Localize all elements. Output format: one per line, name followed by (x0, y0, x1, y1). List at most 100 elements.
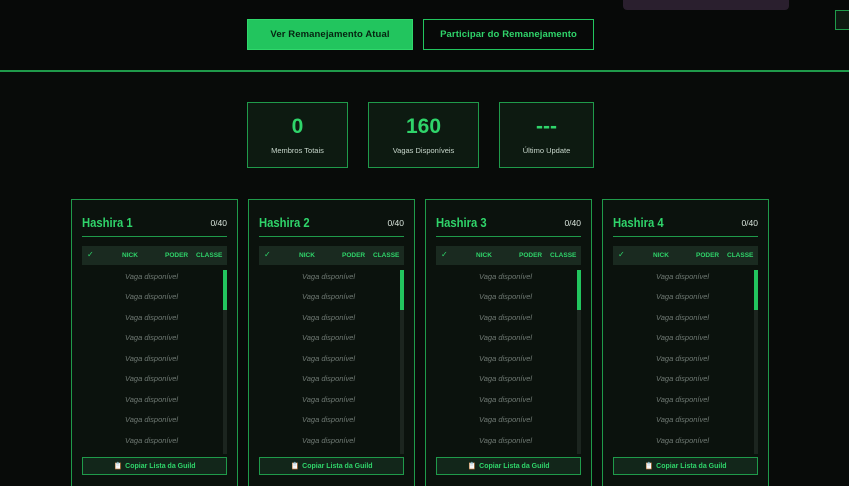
slot-text: Vaga disponível (302, 415, 356, 425)
scrollbar-thumb[interactable] (754, 270, 758, 310)
slot-row: Vaga disponível (613, 389, 758, 410)
slot-row: Vaga disponível (82, 410, 227, 431)
card-title: Hashira 1 (82, 216, 133, 230)
guild-card: Hashira 3 0/40 ✓ NICK PODER CLASSE Vaga … (425, 199, 592, 486)
stat-value: 0 (291, 115, 304, 138)
slot-text: Vaga disponível (125, 312, 179, 322)
slot-row: Vaga disponível (436, 369, 581, 390)
card-count: 0/40 (741, 218, 758, 228)
slot-row: Vaga disponível (259, 348, 404, 369)
check-column-header[interactable]: ✓ (87, 250, 94, 259)
clipboard-icon: 📋 (113, 463, 123, 470)
slot-row: Vaga disponível (259, 389, 404, 410)
slot-text: Vaga disponível (656, 312, 710, 322)
slot-text: Vaga disponível (302, 435, 356, 445)
slot-list: Vaga disponível Vaga disponível Vaga dispo… (613, 266, 758, 455)
card-count: 0/40 (387, 218, 404, 228)
join-reallocation-button[interactable]: Participar do Remanejamento (423, 19, 594, 50)
slot-row: Vaga disponível (259, 369, 404, 390)
table-header: ✓ NICK PODER CLASSE (82, 246, 227, 265)
slot-text: Vaga disponível (302, 394, 356, 404)
copy-label: Copiar Lista da Guild (479, 462, 550, 470)
slot-text: Vaga disponível (656, 333, 710, 343)
slot-text: Vaga disponível (125, 271, 179, 281)
copy-guild-list-button[interactable]: 📋 Copiar Lista da Guild (82, 457, 227, 475)
check-column-header[interactable]: ✓ (618, 250, 625, 259)
stat-last-update: --- Último Update (499, 102, 594, 168)
card-header: Hashira 3 0/40 (436, 210, 581, 237)
card-title: Hashira 4 (613, 216, 664, 230)
clipboard-icon: 📋 (467, 463, 477, 470)
slot-text: Vaga disponível (656, 292, 710, 302)
slot-text: Vaga disponível (656, 435, 710, 445)
slot-text: Vaga disponível (302, 312, 356, 322)
card-header: Hashira 2 0/40 (259, 210, 404, 237)
stat-value: --- (536, 115, 557, 138)
slot-list: Vaga disponível Vaga disponível Vaga dispo… (259, 266, 404, 455)
slot-text: Vaga disponível (656, 353, 710, 363)
guild-card: Hashira 2 0/40 ✓ NICK PODER CLASSE Vaga … (248, 199, 415, 486)
copy-guild-list-button[interactable]: 📋 Copiar Lista da Guild (259, 457, 404, 475)
slot-text: Vaga disponível (302, 271, 356, 281)
card-title: Hashira 2 (259, 216, 310, 230)
poder-column-header: PODER (342, 252, 366, 259)
slot-row: Vaga disponível (436, 430, 581, 451)
slot-row: Vaga disponível (259, 430, 404, 451)
slot-row: Vaga disponível (259, 287, 404, 308)
nick-column-header: NICK (299, 252, 315, 259)
slot-row: Vaga disponível (613, 307, 758, 328)
scrollbar-thumb[interactable] (400, 270, 404, 310)
check-column-header[interactable]: ✓ (264, 250, 271, 259)
scrollbar-thumb[interactable] (223, 270, 227, 310)
slot-text: Vaga disponível (479, 435, 533, 445)
slot-row: Vaga disponível (259, 266, 404, 287)
card-count: 0/40 (564, 218, 581, 228)
scrollbar[interactable] (400, 270, 404, 454)
scrollbar[interactable] (577, 270, 581, 454)
card-header: Hashira 1 0/40 (82, 210, 227, 237)
top-banner-edge (623, 0, 789, 10)
slot-row: Vaga disponível (613, 328, 758, 349)
slot-text: Vaga disponível (479, 353, 533, 363)
slot-row: Vaga disponível (436, 389, 581, 410)
slot-row: Vaga disponível (613, 369, 758, 390)
slot-row: Vaga disponível (436, 266, 581, 287)
nick-column-header: NICK (476, 252, 492, 259)
slot-row: Vaga disponível (613, 266, 758, 287)
scrollbar[interactable] (223, 270, 227, 454)
slot-text: Vaga disponível (125, 374, 179, 384)
copy-guild-list-button[interactable]: 📋 Copiar Lista da Guild (613, 457, 758, 475)
slot-text: Vaga disponível (479, 333, 533, 343)
check-column-header[interactable]: ✓ (441, 250, 448, 259)
table-header: ✓ NICK PODER CLASSE (259, 246, 404, 265)
slot-text: Vaga disponível (302, 353, 356, 363)
card-count: 0/40 (210, 218, 227, 228)
slot-row: Vaga disponível (82, 328, 227, 349)
slot-text: Vaga disponível (125, 394, 179, 404)
slot-row: Vaga disponível (613, 348, 758, 369)
guild-card: Hashira 4 0/40 ✓ NICK PODER CLASSE Vaga … (602, 199, 769, 486)
slot-row: Vaga disponível (436, 307, 581, 328)
slot-text: Vaga disponível (125, 333, 179, 343)
scrollbar-thumb[interactable] (577, 270, 581, 310)
slot-text: Vaga disponível (302, 374, 356, 384)
slot-text: Vaga disponível (479, 415, 533, 425)
corner-button[interactable] (835, 10, 849, 30)
slot-text: Vaga disponível (479, 312, 533, 322)
stat-label: Vagas Disponíveis (392, 146, 455, 155)
view-current-reallocation-button[interactable]: Ver Remanejamento Atual (247, 19, 413, 50)
slot-row: Vaga disponível (259, 410, 404, 431)
stat-total-members: 0 Membros Totais (247, 102, 348, 168)
slot-row: Vaga disponível (436, 410, 581, 431)
copy-guild-list-button[interactable]: 📋 Copiar Lista da Guild (436, 457, 581, 475)
slot-row: Vaga disponível (82, 307, 227, 328)
slot-row: Vaga disponível (436, 287, 581, 308)
stat-label: Último Update (522, 146, 571, 155)
clipboard-icon: 📋 (290, 463, 300, 470)
stat-available-slots: 160 Vagas Disponíveis (368, 102, 479, 168)
slot-row: Vaga disponível (613, 430, 758, 451)
poder-column-header: PODER (165, 252, 189, 259)
copy-label: Copiar Lista da Guild (656, 462, 727, 470)
table-header: ✓ NICK PODER CLASSE (436, 246, 581, 265)
scrollbar[interactable] (754, 270, 758, 454)
